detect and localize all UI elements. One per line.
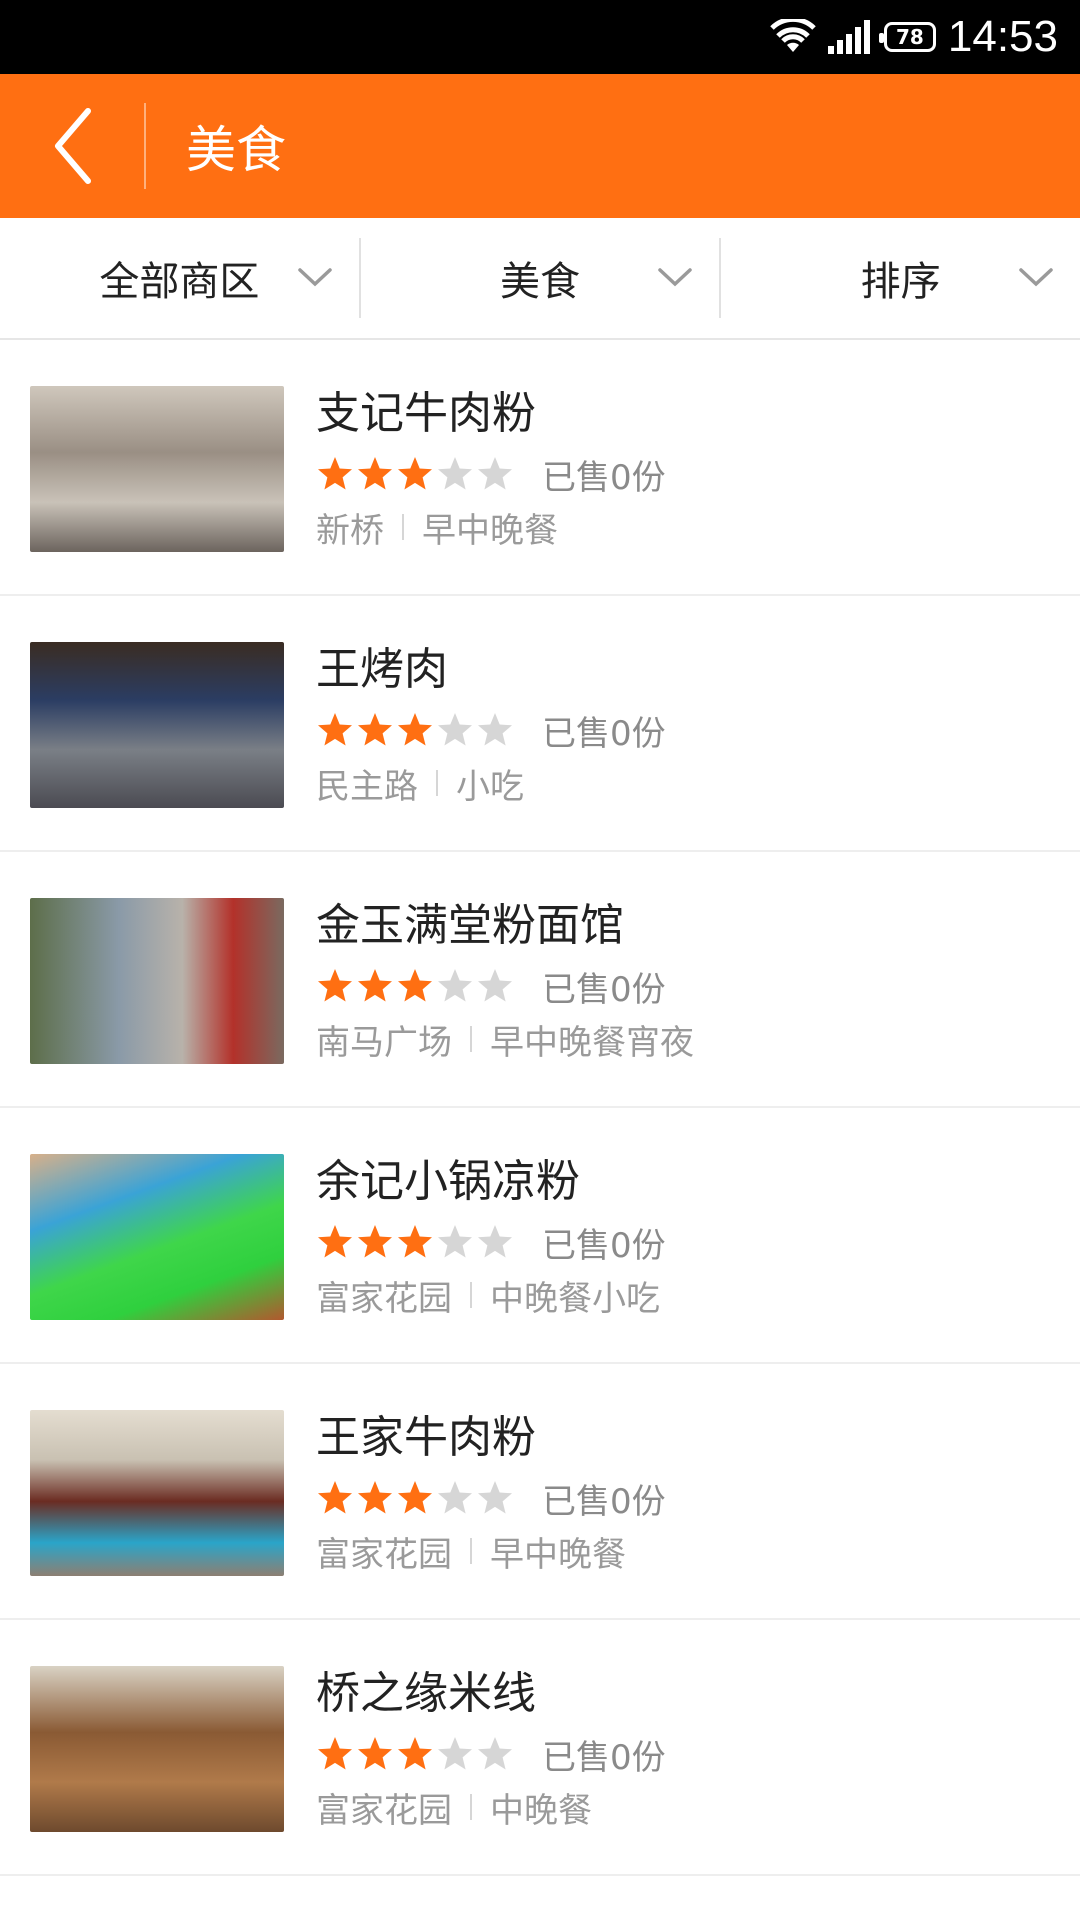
area-label: 富家花园 bbox=[316, 1278, 452, 1319]
category-label: 早中晚餐 bbox=[422, 510, 558, 551]
star-icon bbox=[438, 1225, 472, 1258]
star-icon bbox=[358, 1737, 392, 1770]
area-label: 南马广场 bbox=[316, 1022, 452, 1063]
meta-divider bbox=[402, 514, 404, 540]
category-label: 中晚餐 bbox=[490, 1790, 592, 1831]
star-icon bbox=[478, 1737, 512, 1770]
star-icon bbox=[478, 457, 512, 490]
page-title: 美食 bbox=[186, 121, 286, 179]
app-bar: 美食 bbox=[0, 74, 1080, 218]
star-icon bbox=[438, 713, 472, 746]
star-icon bbox=[478, 713, 512, 746]
restaurant-photo bbox=[30, 898, 284, 1064]
filter-category-dropdown[interactable]: 美食 bbox=[361, 217, 720, 339]
sold-count: 已售0份 bbox=[542, 713, 666, 754]
meta-divider bbox=[436, 770, 438, 796]
meta-divider bbox=[470, 1282, 472, 1308]
list-item[interactable]: 余记小锅凉粉 已售0份 富家花园 中晚餐小吃 bbox=[0, 1108, 1080, 1364]
restaurant-name: 桥之缘米线 bbox=[316, 1668, 536, 1719]
clock: 14:53 bbox=[947, 12, 1058, 61]
star-icon bbox=[318, 1737, 352, 1770]
star-icon bbox=[398, 1481, 432, 1514]
star-rating bbox=[316, 1479, 514, 1517]
meta-divider bbox=[470, 1538, 472, 1564]
star-icon bbox=[398, 1737, 432, 1770]
filter-area-dropdown[interactable]: 全部商区 bbox=[0, 217, 359, 339]
list-item[interactable]: 桥之缘米线 已售0份 富家花园 中晚餐 bbox=[0, 1620, 1080, 1876]
restaurant-photo bbox=[30, 1154, 284, 1320]
category-label: 小吃 bbox=[456, 766, 524, 807]
sold-count: 已售0份 bbox=[542, 457, 666, 498]
star-icon bbox=[438, 969, 472, 1002]
area-label: 民主路 bbox=[316, 766, 418, 807]
star-icon bbox=[478, 1225, 512, 1258]
star-icon bbox=[318, 713, 352, 746]
restaurant-photo bbox=[30, 642, 284, 808]
area-label: 富家花园 bbox=[316, 1790, 452, 1831]
restaurant-photo bbox=[30, 1666, 284, 1832]
area-label: 富家花园 bbox=[316, 1534, 452, 1575]
wifi-icon bbox=[770, 19, 816, 52]
restaurant-name: 金玉满堂粉面馆 bbox=[316, 900, 624, 951]
restaurant-name: 王烤肉 bbox=[316, 644, 448, 695]
area-label: 新桥 bbox=[316, 510, 384, 551]
back-button[interactable] bbox=[0, 74, 144, 218]
list-item[interactable]: 王烤肉 已售0份 民主路 小吃 bbox=[0, 596, 1080, 852]
sold-count: 已售0份 bbox=[542, 1225, 666, 1266]
star-rating bbox=[316, 967, 514, 1005]
meta-divider bbox=[470, 1026, 472, 1052]
restaurant-name: 王家牛肉粉 bbox=[316, 1412, 536, 1463]
star-icon bbox=[358, 457, 392, 490]
star-icon bbox=[438, 1737, 472, 1770]
filter-category-label: 美食 bbox=[500, 259, 580, 305]
chevron-down-icon bbox=[658, 268, 693, 287]
star-icon bbox=[318, 969, 352, 1002]
meta-divider bbox=[470, 1794, 472, 1820]
sold-count: 已售0份 bbox=[542, 1481, 666, 1522]
restaurant-photo bbox=[30, 386, 284, 552]
star-rating bbox=[316, 711, 514, 749]
filter-bar: 全部商区 美食 排序 bbox=[0, 218, 1080, 340]
battery-icon: 78 bbox=[878, 22, 936, 52]
category-label: 早中晚餐宵夜 bbox=[490, 1022, 694, 1063]
star-icon bbox=[398, 457, 432, 490]
star-icon bbox=[318, 457, 352, 490]
star-icon bbox=[318, 1481, 352, 1514]
category-label: 中晚餐小吃 bbox=[490, 1278, 660, 1319]
category-label: 早中晚餐 bbox=[490, 1534, 626, 1575]
filter-sort-dropdown[interactable]: 排序 bbox=[721, 217, 1080, 339]
star-icon bbox=[358, 1481, 392, 1514]
list-item[interactable]: 金玉满堂粉面馆 已售0份 南马广场 早中晚餐宵夜 bbox=[0, 852, 1080, 1108]
star-icon bbox=[438, 1481, 472, 1514]
chevron-down-icon bbox=[1019, 268, 1053, 287]
filter-sort-label: 排序 bbox=[860, 259, 941, 305]
star-icon bbox=[358, 1225, 392, 1258]
star-icon bbox=[478, 1481, 512, 1514]
restaurant-name: 支记牛肉粉 bbox=[316, 388, 536, 439]
sold-count: 已售0份 bbox=[542, 1737, 666, 1778]
star-rating bbox=[316, 455, 514, 493]
star-icon bbox=[358, 969, 392, 1002]
restaurant-name: 余记小锅凉粉 bbox=[316, 1156, 580, 1207]
header-divider bbox=[144, 103, 146, 189]
status-bar: 78 14:53 bbox=[0, 0, 1080, 74]
signal-icon bbox=[827, 20, 870, 54]
star-icon bbox=[398, 713, 432, 746]
star-icon bbox=[398, 1225, 432, 1258]
star-icon bbox=[478, 969, 512, 1002]
star-icon bbox=[398, 969, 432, 1002]
chevron-left-icon bbox=[55, 108, 91, 184]
restaurant-list: 支记牛肉粉 已售0份 新桥 早中晚餐 王烤肉 已售0份 民主路 小吃 金玉满堂粉… bbox=[0, 340, 1080, 1876]
sold-count: 已售0份 bbox=[542, 969, 666, 1010]
list-item[interactable]: 支记牛肉粉 已售0份 新桥 早中晚餐 bbox=[0, 340, 1080, 596]
restaurant-photo bbox=[30, 1410, 284, 1576]
star-rating bbox=[316, 1223, 514, 1261]
chevron-down-icon bbox=[297, 268, 332, 287]
star-icon bbox=[358, 713, 392, 746]
list-item[interactable]: 王家牛肉粉 已售0份 富家花园 早中晚餐 bbox=[0, 1364, 1080, 1620]
filter-area-label: 全部商区 bbox=[99, 259, 260, 305]
star-icon bbox=[318, 1225, 352, 1258]
star-rating bbox=[316, 1735, 514, 1773]
star-icon bbox=[438, 457, 472, 490]
